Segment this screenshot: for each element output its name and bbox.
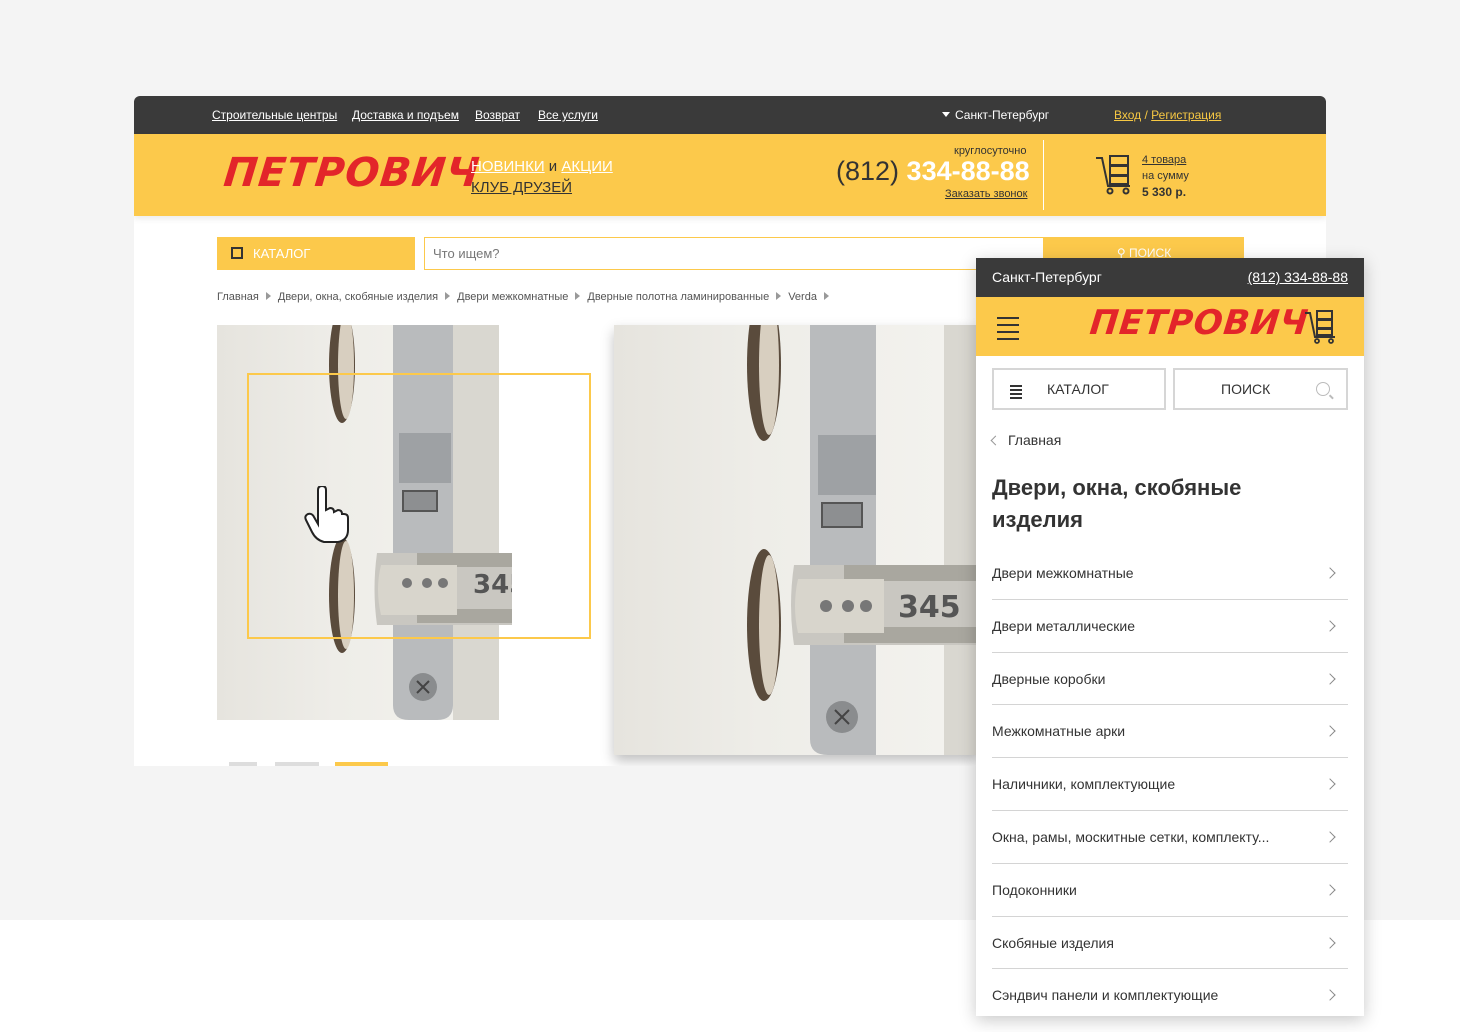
city-selector[interactable]: Санкт-Петербург	[942, 108, 1049, 122]
mobile-cart-icon[interactable]	[1303, 309, 1339, 345]
thumbnail[interactable]	[229, 762, 257, 766]
category-item[interactable]: Межкомнатные арки	[992, 705, 1348, 759]
thumbnail[interactable]	[275, 762, 319, 766]
category-label: Двери межкомнатные	[992, 565, 1134, 581]
category-item[interactable]: Окна, рамы, москитные сетки, комплекту..…	[992, 811, 1348, 864]
page-title: Двери, окна, скобяные изделия	[992, 475, 1242, 532]
cart-sum: 5 330 р.	[1142, 185, 1187, 199]
cart-sum-label: на сумму	[1142, 170, 1189, 182]
mobile-city-selector[interactable]: Санкт-Петербург	[992, 269, 1102, 285]
breadcrumb: Главная Двери, окна, скобяные изделия Двер…	[217, 291, 836, 303]
hand-cursor-icon	[304, 486, 349, 543]
zoom-lens[interactable]	[247, 373, 591, 639]
mobile-header: ПЕТРОВИЧ	[976, 297, 1364, 356]
phone-number: (812) 334-88-88	[836, 156, 1030, 187]
category-label: Дверные коробки	[992, 670, 1106, 687]
zoomed-product-view: 345	[614, 325, 979, 755]
breadcrumb-arrow-icon	[445, 292, 451, 300]
header-divider	[1043, 140, 1044, 210]
mobile-catalog-button[interactable]: КАТАЛОГ	[992, 368, 1166, 410]
category-label: Двери металлические	[992, 617, 1136, 634]
topbar-link-return[interactable]: Возврат	[475, 108, 520, 122]
category-item[interactable]: Наличники, комплектующие	[992, 758, 1348, 811]
chevron-right-icon	[1324, 831, 1336, 843]
breadcrumb-item[interactable]: Двери, окна, скобяные изделия	[278, 291, 438, 303]
catalog-icon	[231, 247, 243, 259]
chevron-right-icon	[1324, 989, 1336, 1002]
promo-and: и	[544, 158, 562, 175]
category-item[interactable]: Двери металлические	[992, 600, 1348, 653]
promo-links: НОВИНКИ и АКЦИИ КЛУБ ДРУЗЕЙ	[471, 156, 613, 198]
topbar-link-all-services[interactable]: Все услуги	[538, 108, 598, 122]
breadcrumb-arrow-icon	[575, 292, 581, 300]
zoom-tape-digits: 345	[898, 590, 961, 625]
breadcrumb-item[interactable]: Двери межкомнатные	[457, 291, 568, 303]
login-link[interactable]: Вход	[1114, 108, 1141, 122]
search-input[interactable]: Что ищем?	[424, 237, 1044, 270]
chevron-right-icon	[1324, 620, 1336, 632]
search-icon	[1316, 382, 1330, 396]
thumbnail-active[interactable]	[335, 762, 388, 766]
auth-separator: /	[1141, 108, 1152, 122]
chevron-right-icon	[1324, 936, 1336, 949]
breadcrumb-arrow-icon	[265, 292, 271, 300]
catalog-menu-icon	[1010, 385, 1022, 401]
auth-links: Вход / Регистрация	[1114, 108, 1221, 122]
site-header: ПЕТРОВИЧ НОВИНКИ и АКЦИИ КЛУБ ДРУЗЕЙ кру…	[134, 134, 1326, 216]
mobile-search-button[interactable]: ПОИСК	[1173, 368, 1348, 410]
mobile-catalog-label: КАТАЛОГ	[1047, 381, 1109, 397]
cart-icon[interactable]	[1094, 152, 1138, 196]
callback-link[interactable]: Заказать звонок	[945, 188, 1027, 200]
breadcrumb-item[interactable]: Verda	[788, 291, 817, 303]
breadcrumb-item[interactable]: Дверные полотна ламинированные	[587, 291, 769, 303]
cart-count: 4 товара	[1142, 154, 1187, 166]
category-list: Двери межкомнатные Двери металлические Д…	[992, 547, 1348, 1016]
breadcrumb-item[interactable]: Главная	[217, 291, 259, 303]
chevron-right-icon	[1324, 672, 1336, 685]
mobile-page: Санкт-Петербург (812) 334-88-88 ПЕТРОВИЧ…	[976, 258, 1364, 1016]
category-label: Межкомнатные арки	[992, 723, 1126, 740]
chevron-left-icon	[990, 435, 1001, 446]
mobile-phone-link[interactable]: (812) 334-88-88	[1248, 269, 1348, 285]
friends-club-link[interactable]: КЛУБ ДРУЗЕЙ	[471, 179, 572, 196]
category-label: Скобяные изделия	[992, 934, 1114, 951]
register-link[interactable]: Регистрация	[1151, 108, 1221, 122]
category-label: Сэндвич панели и комплектующие	[992, 987, 1219, 1004]
menu-icon[interactable]	[997, 317, 1019, 340]
back-link[interactable]: Главная	[990, 432, 1062, 448]
topbar-link-build-centers[interactable]: Строительные центры	[212, 108, 337, 122]
category-label: Окна, рамы, москитные сетки, комплекту..…	[992, 828, 1270, 845]
topbar-link-delivery[interactable]: Доставка и подъем	[352, 108, 459, 122]
back-label: Главная	[1008, 432, 1062, 448]
mobile-top-bar: Санкт-Петербург (812) 334-88-88	[976, 258, 1364, 297]
catalog-label: КАТАЛОГ	[253, 246, 311, 261]
logo[interactable]: ПЕТРОВИЧ	[222, 150, 483, 196]
breadcrumb-arrow-icon	[823, 292, 829, 300]
cart-summary[interactable]: 4 товара на сумму 5 330 р.	[1142, 152, 1189, 200]
chevron-right-icon	[1324, 778, 1336, 790]
category-label: Наличники, комплектующие	[992, 776, 1176, 793]
catalog-button[interactable]: КАТАЛОГ	[217, 237, 415, 270]
phone-code: (812)	[836, 156, 907, 186]
phone-digits: 334-88-88	[906, 156, 1030, 186]
category-item[interactable]: Подоконники	[992, 864, 1348, 917]
caret-down-icon	[942, 112, 950, 117]
sales-link[interactable]: АКЦИИ	[561, 158, 612, 175]
category-item[interactable]: Двери межкомнатные	[992, 547, 1348, 600]
category-item[interactable]: Скобяные изделия	[992, 917, 1348, 970]
chevron-right-icon	[1324, 567, 1336, 579]
category-item[interactable]: Сэндвич панели и комплектующие	[992, 969, 1348, 1016]
new-items-link[interactable]: НОВИНКИ	[471, 158, 545, 175]
chevron-right-icon	[1324, 725, 1336, 738]
category-label: Подоконники	[992, 881, 1077, 898]
zoomed-lock-image: 345	[747, 325, 979, 755]
category-item[interactable]: Дверные коробки	[992, 653, 1348, 706]
breadcrumb-arrow-icon	[776, 292, 782, 300]
top-bar: Строительные центры Доставка и подъем Во…	[134, 96, 1326, 134]
mobile-search-label: ПОИСК	[1221, 381, 1271, 397]
mobile-logo[interactable]: ПЕТРОВИЧ	[1088, 303, 1311, 343]
chevron-right-icon	[1324, 884, 1336, 896]
city-label: Санкт-Петербург	[955, 108, 1050, 122]
mobile-action-row: КАТАЛОГ ПОИСК	[976, 356, 1364, 416]
